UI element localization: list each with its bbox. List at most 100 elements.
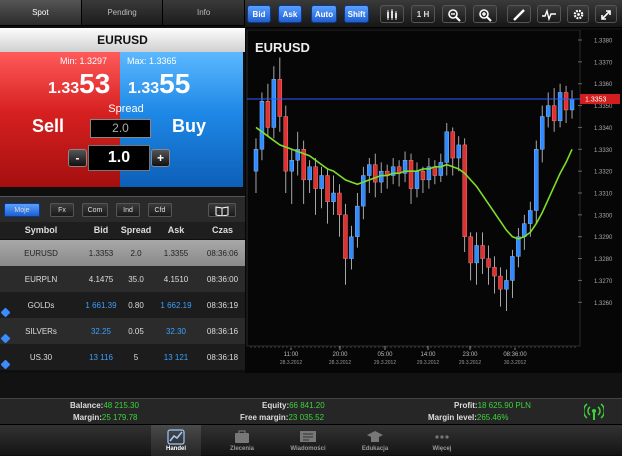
table-row[interactable]: EURPLN 4.1475 35.0 4.1510 08:36:00 xyxy=(0,266,245,292)
y-tick-label: 1.3290 xyxy=(594,235,613,241)
row-ask: 1.3355 xyxy=(163,248,189,258)
settings-button[interactable] xyxy=(567,5,589,23)
shift-button[interactable]: Shift xyxy=(344,5,369,23)
y-tick-label: 1.3380 xyxy=(594,39,613,45)
candle-body xyxy=(313,166,318,189)
free-margin-value: 23 035.52 xyxy=(288,413,325,422)
candle-body xyxy=(420,170,426,181)
sell-price-small: 1.33 xyxy=(48,80,80,97)
candle-body xyxy=(337,192,342,216)
expand-icon xyxy=(601,10,611,20)
filter-moje[interactable]: Moje xyxy=(4,203,40,217)
x-tick-time: 05:00 xyxy=(377,352,393,358)
candle-body xyxy=(492,267,497,277)
nav-wiecej[interactable]: Więcej xyxy=(417,425,467,456)
sell-price-big: 53 xyxy=(79,68,111,99)
row-bid: 32.25 xyxy=(90,326,112,336)
filter-cfd[interactable]: Cfd xyxy=(148,203,172,217)
nav-edukacja[interactable]: Edukacja xyxy=(350,425,400,456)
book-button[interactable] xyxy=(208,203,236,217)
candle-body xyxy=(498,275,503,290)
candle-body xyxy=(534,149,539,211)
x-tick-time: 11:00 xyxy=(284,352,299,358)
x-tick-time: 20:00 xyxy=(332,352,348,358)
candle-body xyxy=(343,214,348,259)
filter-ind[interactable]: Ind xyxy=(116,203,140,217)
candle-body xyxy=(271,79,277,128)
x-tick-date: 28.3.2012 xyxy=(329,360,351,366)
more-icon xyxy=(435,435,449,439)
zoom-in-button[interactable] xyxy=(473,5,497,23)
bid-button[interactable]: Bid xyxy=(247,5,271,23)
candles xyxy=(253,57,575,312)
buy-label: Buy xyxy=(172,116,207,136)
candle-body xyxy=(259,100,265,150)
table-row[interactable]: US.30 13 116 5 13 121 08:36:18 xyxy=(0,344,245,370)
volume-plus-button[interactable]: + xyxy=(151,149,170,167)
candle-body xyxy=(414,170,420,189)
chart-title: EURUSD xyxy=(255,40,310,55)
row-spread: 5 xyxy=(133,352,139,362)
ask-button[interactable]: Ask xyxy=(278,5,302,23)
profit-label: Profit: xyxy=(454,401,478,410)
row-ask: 1 662.19 xyxy=(160,300,192,310)
y-tick-label: 1.3300 xyxy=(594,213,613,219)
timeframe-button[interactable]: 1 H xyxy=(411,5,435,23)
row-symbol: SILVERs xyxy=(25,326,57,336)
candles-icon xyxy=(387,9,397,20)
profit-value: 18 625.90 PLN xyxy=(477,401,531,410)
row-bid: 1 661.39 xyxy=(85,300,117,310)
candle-body xyxy=(331,192,336,202)
indicators-button[interactable] xyxy=(537,5,561,23)
chart-bottom-strip xyxy=(0,373,622,398)
gear-icon xyxy=(573,9,583,20)
volume-minus-button[interactable]: - xyxy=(68,149,87,167)
order-type-tabs: Spot Pending Info xyxy=(0,0,246,26)
chart-type-button[interactable] xyxy=(380,5,404,23)
x-tick-time: 23:00 xyxy=(462,352,478,358)
candlestick-chart[interactable]: EURUSD 1.33801.33701.33601.33501.33401.3… xyxy=(245,29,622,373)
volume-input[interactable]: 1.0 xyxy=(88,145,150,171)
tab-spot[interactable]: Spot xyxy=(0,0,82,25)
auto-button[interactable]: Auto xyxy=(311,5,337,23)
filter-fx[interactable]: Fx xyxy=(50,203,74,217)
nav-label: Wiadomości xyxy=(290,446,326,452)
row-time: 08:36:19 xyxy=(206,300,239,310)
balance-label: Balance: xyxy=(70,401,104,410)
row-bid: 4.1475 xyxy=(88,274,114,284)
candle-body xyxy=(480,245,485,259)
indicator-icon xyxy=(542,8,556,22)
row-time: 08:36:06 xyxy=(206,248,239,258)
chart-toolbar: Bid Ask Auto Shift 1 H xyxy=(245,0,622,28)
fullscreen-button[interactable] xyxy=(595,5,617,23)
tab-pending[interactable]: Pending xyxy=(82,0,164,25)
max-price: Max: 1.3365 xyxy=(127,56,177,66)
candle-body xyxy=(355,205,360,237)
zoom-out-button[interactable] xyxy=(442,5,466,23)
price-chart[interactable]: EURUSD 1.3380 1.3370 1.3360 1.3350 1.3340 1.3… xyxy=(245,29,622,373)
nav-wiadomosci[interactable]: Wiadomości xyxy=(283,425,333,456)
x-axis: 11:00 28.3.2012 20:00 28.3.2012 05:00 29.3.20… xyxy=(250,346,576,366)
candle-body xyxy=(283,116,288,172)
row-ask: 32.30 xyxy=(165,326,187,336)
col-ask: Ask xyxy=(167,225,185,235)
draw-button[interactable] xyxy=(507,5,531,23)
y-tick-label: 1.3320 xyxy=(594,170,613,176)
y-tick-label: 1.3360 xyxy=(594,82,613,88)
orders-icon xyxy=(235,430,249,443)
nav-zlecenia[interactable]: Zlecenia xyxy=(217,425,267,456)
row-ask: 13 121 xyxy=(163,352,189,362)
table-row[interactable]: SILVERs 32.25 0.05 32.30 08:36:16 xyxy=(0,318,245,344)
quotes-table-header: Symbol Bid Spread Ask Czas xyxy=(0,222,245,239)
table-row[interactable]: EURUSD 1.3353 2.0 1.3355 08:36:06 xyxy=(0,240,245,266)
table-row[interactable]: GOLDs 1 661.39 0.80 1 662.19 08:36:19 xyxy=(0,292,245,318)
candle-body xyxy=(563,92,569,111)
nav-handel[interactable]: Handel xyxy=(151,425,201,456)
y-tick-label: 1.3350 xyxy=(594,104,613,110)
tab-info[interactable]: Info xyxy=(163,0,246,25)
candle-body xyxy=(444,131,449,163)
row-time: 08:36:16 xyxy=(206,326,239,336)
filter-com[interactable]: Com xyxy=(82,203,108,217)
candle-body xyxy=(551,105,557,122)
symbol-title: EURUSD xyxy=(0,28,245,52)
